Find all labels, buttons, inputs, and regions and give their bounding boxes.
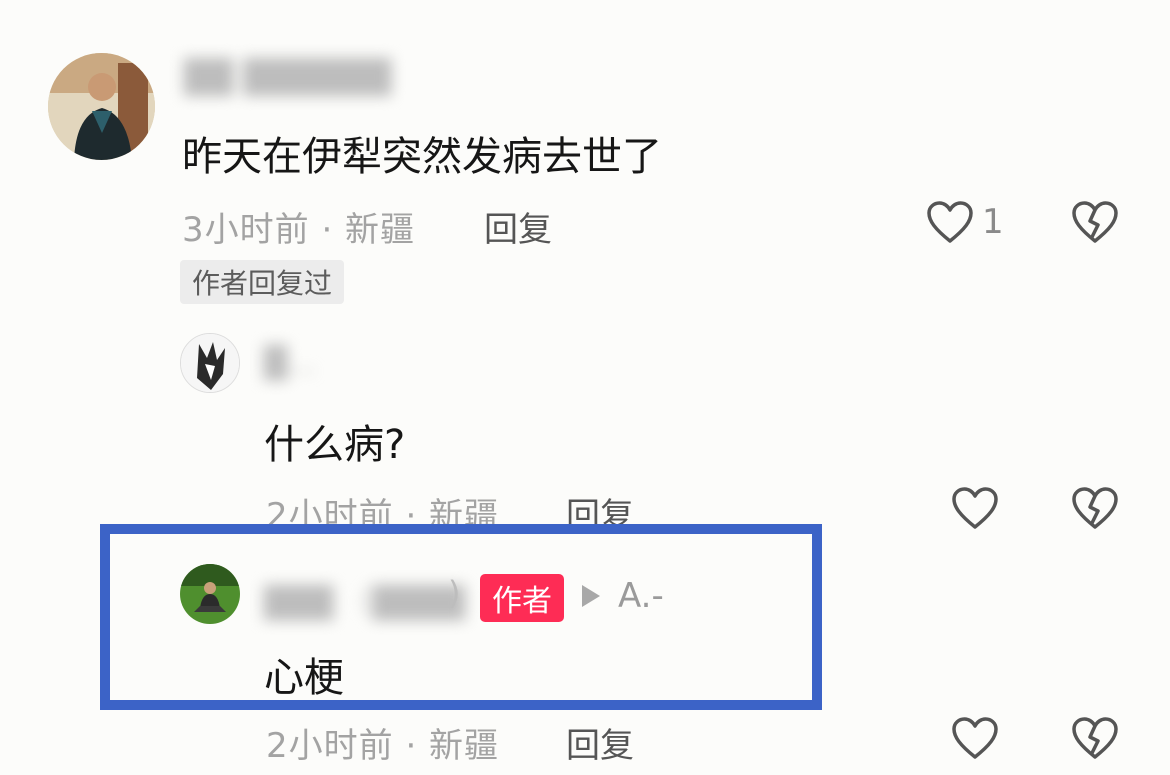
comment-username[interactable]: ██ ██████ — [184, 58, 391, 96]
reply-button[interactable]: 回复 — [484, 202, 552, 251]
broken-heart-icon — [1072, 201, 1118, 243]
dislike-button[interactable] — [1070, 199, 1120, 245]
author-replied-tag: 作者回复过 — [180, 260, 345, 304]
reply-button[interactable]: 回复 — [566, 718, 634, 767]
comment-text: 昨天在伊犁突然发病去世了 — [182, 134, 662, 180]
avatar[interactable] — [48, 53, 155, 160]
comment-timestamp-location: 3小时前 · 新疆 — [182, 210, 416, 250]
highlight-annotation-box — [100, 524, 822, 710]
heart-outline-icon — [927, 201, 973, 243]
dislike-button[interactable] — [1070, 485, 1120, 531]
heart-outline-icon — [952, 717, 998, 759]
broken-heart-icon — [1072, 717, 1118, 759]
reply-text: 什么病? — [264, 422, 406, 468]
avatar-image — [181, 334, 239, 392]
avatar-image — [48, 53, 155, 160]
reply-username[interactable]: █... — [264, 346, 316, 381]
reply-timestamp-location: 2小时前 · 新疆 — [266, 726, 500, 766]
dislike-button[interactable] — [1070, 715, 1120, 761]
avatar[interactable] — [180, 333, 240, 393]
broken-heart-icon — [1072, 487, 1118, 529]
like-button[interactable] — [950, 715, 1000, 761]
like-count: 1 — [982, 202, 1005, 242]
heart-outline-icon — [952, 487, 998, 529]
like-button[interactable] — [925, 199, 975, 245]
like-button[interactable] — [950, 485, 1000, 531]
